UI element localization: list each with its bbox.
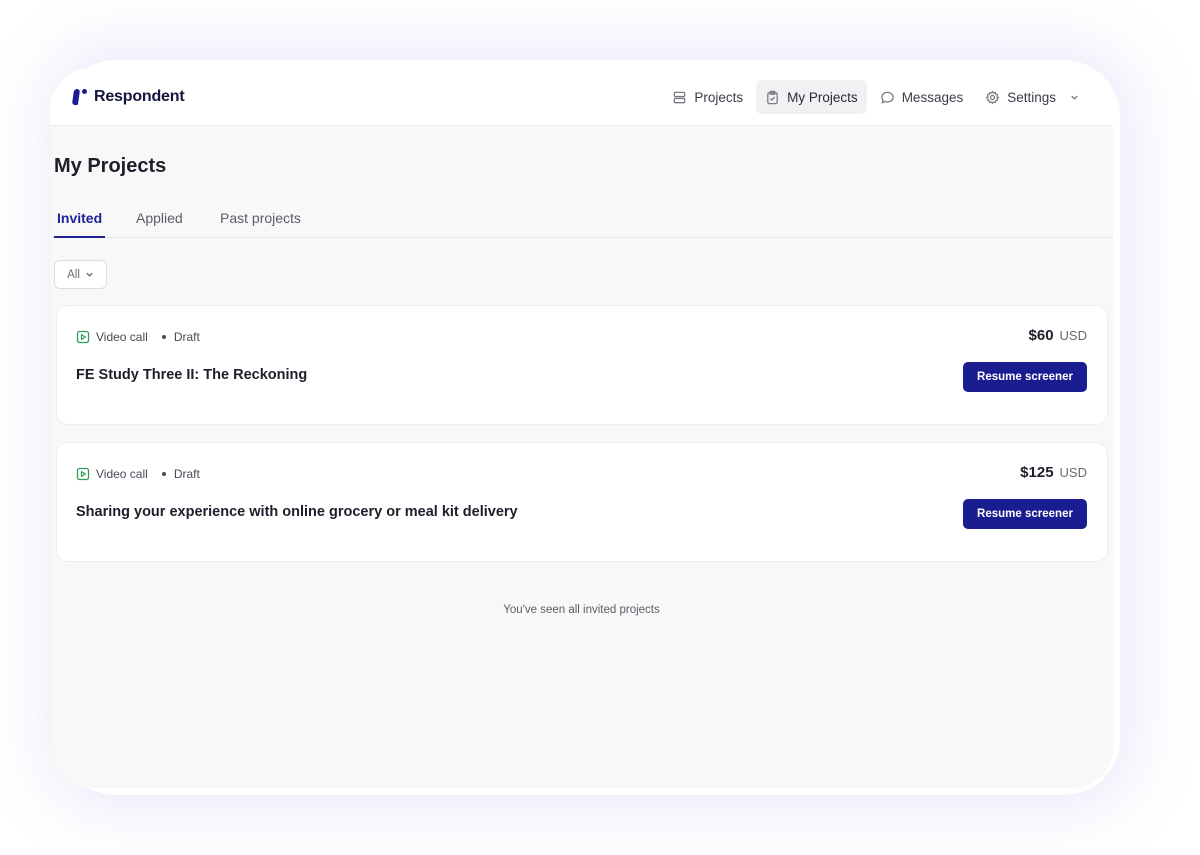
project-type: Video call: [96, 330, 148, 344]
nav-item-label: Settings: [1007, 89, 1056, 105]
project-title[interactable]: Sharing your experience with online groc…: [76, 504, 518, 520]
project-meta: Video call Draft: [76, 328, 200, 346]
nav-item-messages[interactable]: Messages: [871, 80, 973, 114]
projects-icon: [674, 91, 686, 103]
project-card[interactable]: Video call Draft FE Study Three II: The …: [56, 305, 1108, 425]
project-incentive: $60 USD: [1029, 327, 1087, 344]
nav-item-projects[interactable]: Projects: [663, 80, 752, 114]
bullet-separator: [161, 335, 166, 339]
gear-icon: [985, 90, 1000, 104]
project-title[interactable]: FE Study Three II: The Reckoning: [76, 367, 307, 383]
video-call-icon: [76, 467, 90, 481]
chat-bubble-icon: [880, 91, 894, 104]
resume-screener-button[interactable]: Resume screener: [963, 362, 1087, 392]
nav-item-label: Messages: [901, 89, 964, 105]
incentive-currency: USD: [1059, 328, 1087, 343]
chevron-down-icon: [86, 272, 93, 277]
clipboard-icon: [767, 90, 779, 104]
project-status: Draft: [173, 330, 200, 344]
bullet-separator: [161, 472, 166, 476]
nav-item-label: My Projects: [787, 89, 858, 105]
app-window: Respondent Projects My Projects Messages…: [50, 68, 1113, 788]
tab-applied[interactable]: Applied: [136, 210, 183, 238]
project-tabs: Invited Applied Past projects: [50, 204, 1113, 238]
screenshot-stage: Respondent Projects My Projects Messages…: [0, 0, 1200, 855]
nav-item-label: Projects: [694, 89, 744, 105]
project-meta: Video call Draft: [76, 465, 200, 483]
nav-item-my-projects[interactable]: My Projects: [756, 80, 867, 114]
tab-past-projects[interactable]: Past projects: [220, 210, 301, 238]
respondent-logo-icon: [71, 88, 88, 106]
incentive-currency: USD: [1059, 465, 1087, 480]
nav-item-settings[interactable]: Settings: [976, 80, 1089, 114]
main-nav: Projects My Projects Messages Settings: [663, 80, 1089, 114]
project-card[interactable]: Video call Draft Sharing your experience…: [56, 442, 1108, 562]
resume-screener-button[interactable]: Resume screener: [963, 499, 1087, 529]
incentive-amount: $60: [1028, 327, 1054, 344]
project-incentive: $125 USD: [1020, 464, 1087, 481]
brand-name: Respondent: [94, 88, 185, 105]
end-of-list-note: You've seen all invited projects: [503, 604, 660, 616]
filter-value: All: [67, 268, 80, 281]
video-call-icon: [76, 330, 90, 344]
page-title: My Projects: [54, 155, 167, 177]
project-type: Video call: [96, 467, 148, 481]
top-navigation-bar: Respondent Projects My Projects Messages…: [50, 68, 1113, 126]
chevron-down-icon: [1071, 95, 1078, 100]
project-status: Draft: [173, 467, 200, 481]
filter-dropdown[interactable]: All: [54, 260, 107, 289]
brand-logo[interactable]: Respondent: [71, 86, 185, 108]
tab-invited[interactable]: Invited: [54, 210, 106, 238]
incentive-amount: $125: [1020, 464, 1054, 481]
